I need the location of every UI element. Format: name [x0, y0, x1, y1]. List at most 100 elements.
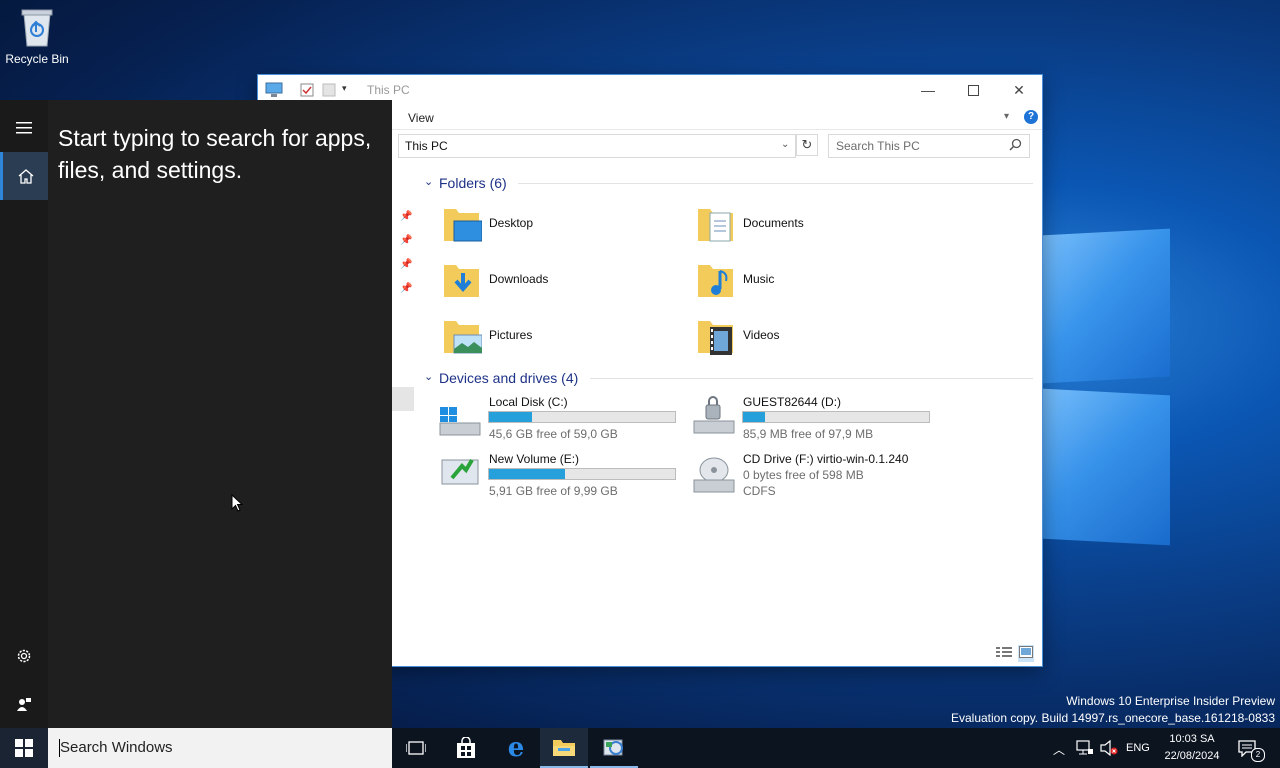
- folder-label: Music: [743, 272, 775, 286]
- search-placeholder: Search This PC: [836, 139, 920, 153]
- videos-folder-icon: [696, 315, 734, 355]
- start-button[interactable]: [0, 728, 48, 768]
- drive-free-space: 5,91 GB free of 9,99 GB: [489, 484, 618, 498]
- customize-toolbar-dropdown[interactable]: ▾: [342, 83, 347, 94]
- recycle-bin-label: Recycle Bin: [5, 52, 69, 66]
- pin-icon: 📌: [400, 235, 413, 246]
- folder-label: Videos: [743, 328, 780, 342]
- drive-free-space: 45,6 GB free of 59,0 GB: [489, 427, 618, 441]
- drive-filesystem: CDFS: [743, 484, 776, 498]
- folders-divider: [518, 183, 1033, 184]
- minimize-button[interactable]: —: [905, 75, 951, 105]
- folder-label: Desktop: [489, 216, 534, 230]
- gear-icon: [17, 649, 31, 663]
- desktop-folder-icon: [442, 203, 483, 243]
- drive-item-c[interactable]: Local Disk (C:) 45,6 GB free of 59,0 GB: [438, 395, 678, 443]
- settings-button[interactable]: [0, 632, 48, 680]
- store-icon: [457, 737, 475, 758]
- folder-item-desktop[interactable]: Desktop: [442, 203, 642, 247]
- downloads-folder-icon: [442, 259, 480, 299]
- watermark-line2: Evaluation copy. Build 14997.rs_onecore_…: [950, 711, 1275, 725]
- recycle-bin-shortcut[interactable]: Recycle Bin: [4, 6, 70, 66]
- help-icon[interactable]: ?: [1024, 110, 1038, 124]
- address-history-dropdown[interactable]: ⌄: [781, 139, 789, 150]
- local-disk-icon: [438, 403, 482, 442]
- drive-item-e[interactable]: New Volume (E:) 5,91 GB free of 9,99 GB: [438, 452, 678, 500]
- cd-drive-icon: [692, 454, 736, 499]
- expand-ribbon-icon[interactable]: ▾: [1004, 111, 1009, 122]
- network-icon[interactable]: [1076, 740, 1094, 759]
- window-title: This PC: [367, 83, 410, 97]
- drive-usage-fill: [489, 412, 532, 422]
- close-button[interactable]: ✕: [996, 75, 1042, 105]
- expand-menu-button[interactable]: [0, 104, 48, 152]
- feedback-icon: [17, 698, 31, 711]
- music-folder-icon: [696, 259, 734, 299]
- folder-item-videos[interactable]: Videos: [696, 315, 896, 359]
- network-drive-icon: [692, 395, 736, 442]
- tab-view[interactable]: View: [408, 111, 434, 125]
- folder-item-music[interactable]: Music: [696, 259, 896, 303]
- folders-collapse-chevron[interactable]: ⌄: [424, 175, 433, 188]
- refresh-button[interactable]: ↻: [796, 134, 818, 156]
- pin-icon: 📌: [400, 283, 413, 294]
- drive-item-f[interactable]: CD Drive (F:) virtio-win-0.1.240 0 bytes…: [692, 452, 952, 500]
- drive-name: New Volume (E:): [489, 452, 580, 466]
- drive-name: CD Drive (F:) virtio-win-0.1.240: [743, 452, 909, 466]
- drive-usage-bar: [488, 468, 676, 480]
- clock-date[interactable]: 22/08/2024: [1160, 750, 1224, 762]
- drives-section-header[interactable]: Devices and drives (4): [439, 370, 578, 386]
- address-text: This PC: [405, 139, 448, 153]
- edge-button[interactable]: e: [492, 728, 540, 768]
- volume-muted-icon[interactable]: [1100, 739, 1118, 759]
- new-volume-icon: [438, 452, 482, 495]
- file-explorer-icon: [553, 740, 575, 756]
- clock-time[interactable]: 10:03 SA: [1160, 733, 1224, 745]
- nav-pane-selection[interactable]: [392, 387, 414, 411]
- hamburger-icon: [16, 122, 32, 134]
- drive-usage-fill: [489, 469, 566, 479]
- taskbar: Search Windows e ︿ ENG 10:03 SA 22/08/20…: [0, 728, 1280, 768]
- home-icon: [18, 168, 33, 184]
- computer-icon: [265, 82, 283, 101]
- task-view-icon: [406, 741, 426, 755]
- properties-quick-icon[interactable]: [300, 83, 314, 100]
- store-button[interactable]: [442, 728, 490, 768]
- drive-free-space: 0 bytes free of 598 MB: [743, 468, 864, 482]
- maximize-button[interactable]: [950, 75, 996, 105]
- folder-label: Pictures: [489, 328, 533, 342]
- file-explorer-taskbar-button[interactable]: [540, 728, 588, 768]
- large-icons-view-icon[interactable]: [1018, 645, 1034, 662]
- folder-item-downloads[interactable]: Downloads: [442, 259, 642, 303]
- input-language-indicator[interactable]: ENG: [1126, 742, 1150, 754]
- control-panel-icon: [603, 739, 623, 756]
- drives-collapse-chevron[interactable]: ⌄: [424, 370, 433, 383]
- watermark-line1: Windows 10 Enterprise Insider Preview: [1066, 694, 1275, 708]
- show-hidden-icons-button[interactable]: ︿: [1053, 741, 1065, 758]
- pictures-folder-icon: [442, 315, 483, 355]
- search-input[interactable]: Search This PC: [828, 134, 1030, 158]
- folder-item-documents[interactable]: Documents: [696, 203, 896, 247]
- edge-icon: e: [507, 733, 525, 763]
- details-view-icon[interactable]: [996, 646, 1012, 661]
- search-icon: [1009, 138, 1022, 154]
- folder-item-pictures[interactable]: Pictures: [442, 315, 642, 359]
- folder-label: Downloads: [489, 272, 549, 286]
- address-bar[interactable]: This PC ⌄: [398, 134, 796, 158]
- home-button[interactable]: [0, 152, 48, 200]
- documents-folder-icon: [696, 203, 734, 243]
- drive-name: Local Disk (C:): [489, 395, 568, 409]
- user-feedback-button[interactable]: [0, 680, 48, 728]
- start-rail: [0, 100, 48, 728]
- notification-count-badge: 2: [1251, 748, 1265, 762]
- mouse-cursor: [231, 493, 244, 515]
- drive-item-d[interactable]: GUEST82644 (D:) 85,9 MB free of 97,9 MB: [692, 395, 932, 443]
- taskbar-search-input[interactable]: Search Windows: [48, 728, 392, 768]
- folders-section-header[interactable]: Folders (6): [439, 175, 507, 191]
- task-view-button[interactable]: [392, 728, 440, 768]
- drive-usage-bar: [488, 411, 676, 423]
- control-panel-taskbar-button[interactable]: [590, 728, 638, 768]
- windows-logo-icon: [15, 739, 33, 757]
- drive-usage-fill: [743, 412, 766, 422]
- new-folder-quick-icon[interactable]: [322, 83, 336, 100]
